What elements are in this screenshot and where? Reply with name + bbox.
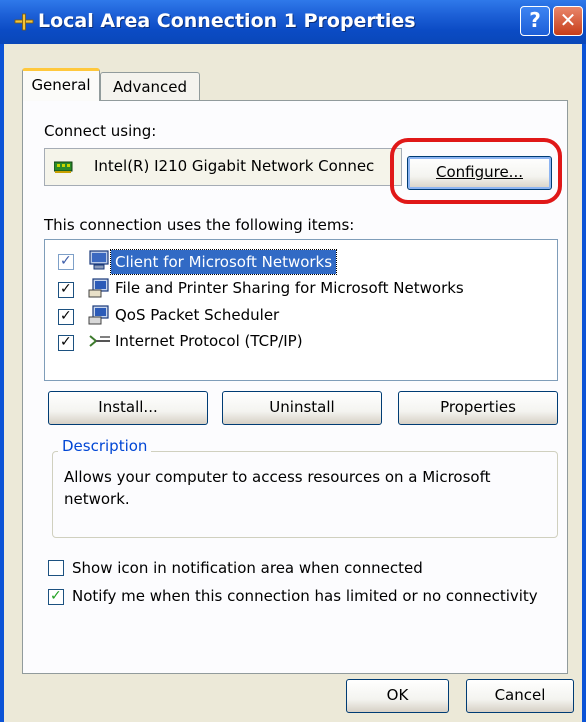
ok-button[interactable]: OK [346,679,449,713]
close-icon: ✕ [559,8,577,32]
notify-checkbox[interactable]: ✓ [48,588,64,605]
uninstall-button[interactable]: Uninstall [222,391,382,425]
properties-button-label: Properties [440,398,516,416]
help-button[interactable]: ? [520,6,550,36]
description-title: Description [58,437,152,455]
install-button[interactable]: Install... [48,391,208,425]
description-text: Allows your computer to access resources… [64,468,491,508]
connect-using-label: Connect using: [44,122,157,140]
item-checkbox-qos[interactable]: ✓ [58,308,74,325]
list-item-client[interactable]: Client for Microsoft Networks [109,249,338,275]
install-button-label: Install... [98,398,158,416]
network-client-icon [88,249,110,275]
properties-button[interactable]: Properties [398,391,558,425]
protocol-icon [88,333,112,353]
window-title: Local Area Connection 1 Properties [38,10,416,32]
tab-general[interactable]: General [22,68,100,101]
title-bar[interactable]: Local Area Connection 1 Properties ? ✕ [0,0,586,45]
highlight-annotation [390,138,562,204]
item-checkbox-file-sharing[interactable]: ✓ [58,281,74,298]
tab-advanced[interactable]: Advanced [100,72,200,102]
help-icon: ? [529,8,541,32]
cancel-button-label: Cancel [494,686,546,704]
list-item-tcpip[interactable]: Internet Protocol (TCP/IP) [115,332,303,350]
close-button[interactable]: ✕ [553,6,583,36]
cancel-button[interactable]: Cancel [466,679,574,713]
ok-button-label: OK [386,686,409,704]
list-item-file-sharing[interactable]: File and Printer Sharing for Microsoft N… [115,279,464,297]
network-adapter-icon [53,160,76,178]
show-icon-checkbox[interactable] [48,560,64,576]
item-checkbox-client[interactable]: ✓ [58,253,74,270]
adapter-name: Intel(R) I210 Gigabit Network Connec [94,157,375,175]
list-item-qos[interactable]: QoS Packet Scheduler [115,306,279,324]
network-connection-icon [14,13,34,35]
uninstall-button-label: Uninstall [269,398,335,416]
show-icon-label[interactable]: Show icon in notification area when conn… [72,559,423,577]
file-sharing-icon [88,277,110,303]
items-label: This connection uses the following items… [44,216,355,234]
item-checkbox-tcpip[interactable]: ✓ [58,334,74,351]
notify-label[interactable]: Notify me when this connection has limit… [72,587,538,605]
qos-scheduler-icon [88,304,110,330]
